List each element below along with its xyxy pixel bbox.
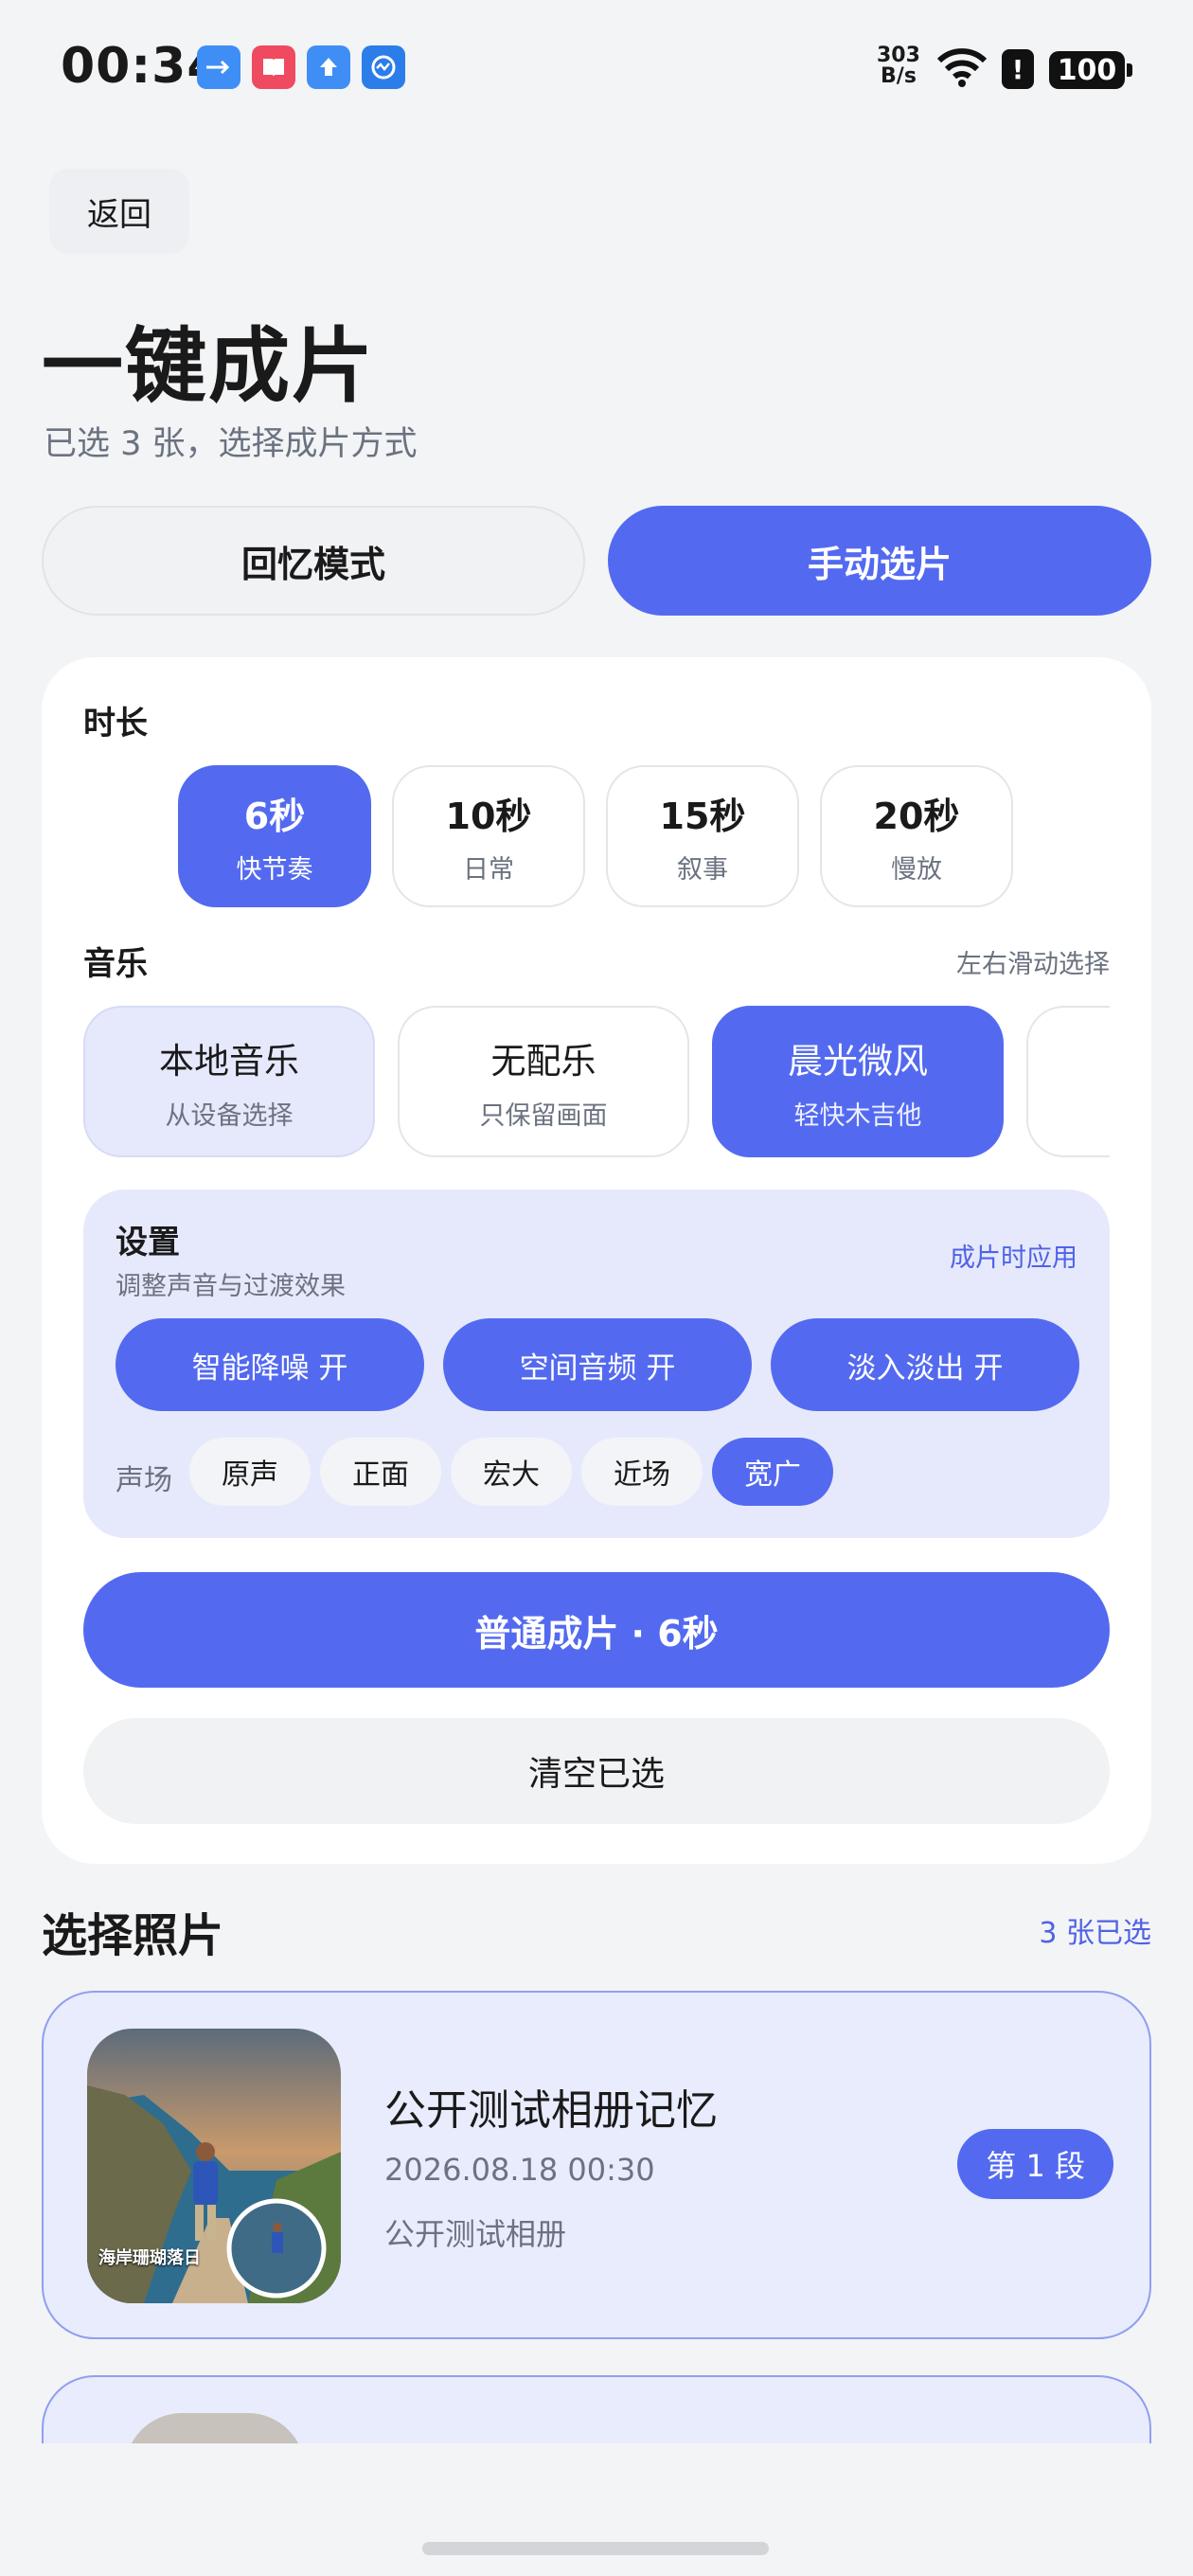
music-option-morning-breeze[interactable]: 晨光微风 轻快木吉他 — [712, 1006, 1004, 1157]
photo-thumbnail: 海岸珊瑚落日 — [87, 2029, 341, 2303]
photo-date: 2026.08.18 00:30 — [384, 2152, 655, 2188]
duration-label: 时长 — [83, 705, 148, 742]
sound-field-wide[interactable]: 宽广 — [712, 1438, 833, 1506]
battery-indicator: 100 — [1049, 51, 1132, 89]
page-subtitle: 已选 3 张，选择成片方式 — [44, 425, 418, 463]
sound-field-original[interactable]: 原声 — [189, 1438, 311, 1506]
duration-option-6s[interactable]: 6秒 快节奏 — [178, 765, 371, 907]
book-app-icon — [252, 45, 295, 89]
alert-icon: ! — [1002, 49, 1034, 89]
duration-option-15s[interactable]: 15秒 叙事 — [606, 765, 799, 907]
photo-album: 公开测试相册 — [384, 2216, 567, 2252]
sound-settings-panel: 设置 调整声音与过渡效果 成片时应用 智能降噪 开 空间音频 开 淡入淡出 开 … — [83, 1190, 1110, 1538]
clear-selection-button[interactable]: 清空已选 — [83, 1718, 1110, 1824]
photo-title: 公开测试相册记忆 — [384, 2086, 718, 2135]
bottom-fade — [0, 2443, 1193, 2576]
sound-field-near[interactable]: 近场 — [581, 1438, 703, 1506]
spatial-audio-toggle[interactable]: 空间音频 开 — [443, 1318, 752, 1411]
sound-field-label: 声场 — [116, 1464, 172, 1497]
photos-selected-count: 3 张已选 — [1039, 1917, 1151, 1950]
memory-mode-button[interactable]: 回忆模式 — [42, 506, 585, 616]
fade-toggle[interactable]: 淡入淡出 开 — [771, 1318, 1079, 1411]
usb-icon — [197, 45, 240, 89]
music-label: 音乐 — [83, 945, 148, 983]
music-option-partial[interactable]: 海 舒 — [1026, 1006, 1110, 1157]
home-indicator[interactable] — [422, 2542, 769, 2555]
status-bar: 00:34 303 B/s ! 100 — [0, 0, 1193, 133]
music-swipe-hint: 左右滑动选择 — [956, 950, 1110, 979]
wifi-icon — [935, 45, 988, 93]
sound-field-grand[interactable]: 宏大 — [451, 1438, 572, 1506]
photos-section-title: 选择照片 — [42, 1909, 224, 1962]
segment-badge: 第 1 段 — [957, 2129, 1113, 2199]
noise-reduction-toggle[interactable]: 智能降噪 开 — [116, 1318, 424, 1411]
settings-title: 设置 — [116, 1224, 180, 1261]
photo-list-item[interactable]: 海岸珊瑚落日 公开测试相册记忆 2026.08.18 00:30 公开测试相册 … — [42, 1991, 1151, 2339]
duration-option-20s[interactable]: 20秒 慢放 — [820, 765, 1013, 907]
create-video-button[interactable]: 普通成片 · 6秒 — [83, 1572, 1110, 1688]
back-button[interactable]: 返回 — [49, 169, 189, 254]
upload-app-icon — [307, 45, 350, 89]
page-title: 一键成片 — [42, 319, 375, 414]
music-option-local[interactable]: 本地音乐 从设备选择 — [83, 1006, 375, 1157]
settings-card: 时长 6秒 快节奏 10秒 日常 15秒 叙事 20秒 慢放 音乐 左右滑动选择… — [42, 657, 1151, 1864]
settings-desc: 调整声音与过渡效果 — [116, 1272, 346, 1301]
music-carousel[interactable]: 本地音乐 从设备选择 无配乐 只保留画面 晨光微风 轻快木吉他 海 舒 — [83, 1006, 1110, 1161]
sound-field-front[interactable]: 正面 — [320, 1438, 441, 1506]
monitor-app-icon — [362, 45, 405, 89]
thumbnail-caption: 海岸珊瑚落日 — [98, 2248, 201, 2268]
settings-apply-note: 成片时应用 — [950, 1243, 1077, 1273]
duration-option-10s[interactable]: 10秒 日常 — [392, 765, 585, 907]
net-speed: 303 B/s — [877, 44, 920, 88]
music-option-none[interactable]: 无配乐 只保留画面 — [398, 1006, 689, 1157]
manual-select-button[interactable]: 手动选片 — [608, 506, 1151, 616]
